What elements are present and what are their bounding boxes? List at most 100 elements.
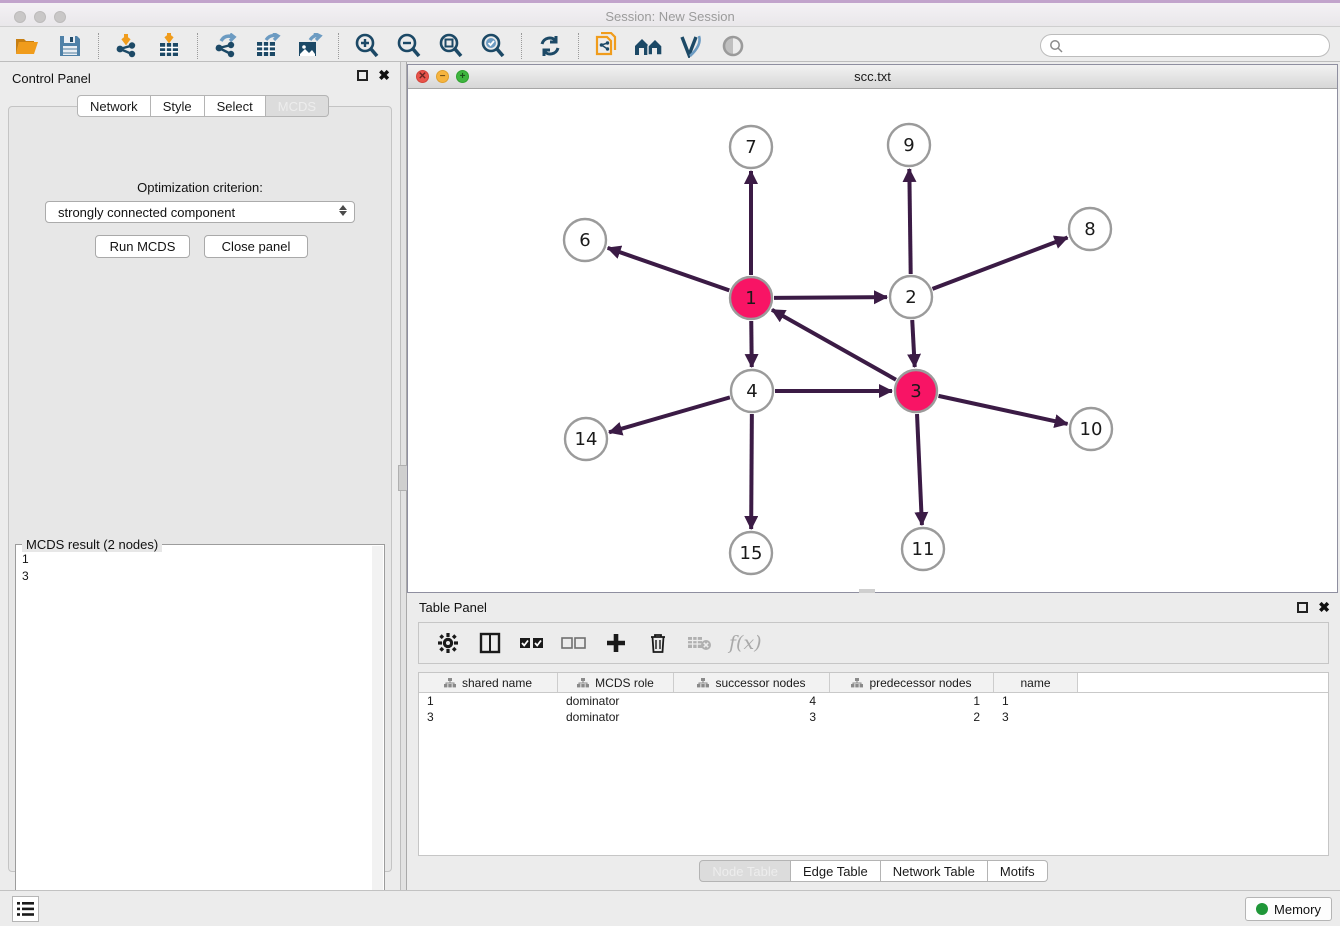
tree-column-icon	[697, 678, 709, 688]
table-settings-icon[interactable]	[435, 630, 461, 656]
save-session-icon[interactable]	[52, 32, 88, 60]
graph-node-label: 9	[903, 135, 914, 156]
graph-node[interactable]: 10	[1070, 408, 1112, 450]
tab-style[interactable]: Style	[151, 95, 205, 117]
table-cell[interactable]: 2	[830, 709, 994, 725]
column-header-label: successor nodes	[715, 676, 805, 690]
graph-node[interactable]: 4	[731, 370, 773, 412]
vizmapper-icon[interactable]	[673, 32, 709, 60]
graph-node-label: 15	[740, 543, 763, 564]
graph-edge[interactable]	[772, 310, 896, 380]
column-header[interactable]: successor nodes	[674, 673, 830, 692]
zoom-in-icon[interactable]	[349, 32, 385, 60]
table-cell[interactable]: 1	[994, 693, 1078, 709]
export-image-icon[interactable]	[292, 32, 328, 60]
graph-node-label: 6	[579, 230, 590, 251]
table-cell[interactable]: 1	[419, 693, 558, 709]
network-canvas-svg[interactable]: 7 9 6 8 1 2 4 3 14 10 15 11	[408, 90, 1337, 592]
first-neighbors-icon[interactable]	[631, 32, 667, 60]
graph-edge[interactable]	[751, 414, 752, 529]
memory-status-icon	[1256, 903, 1268, 915]
graph-edge[interactable]	[938, 396, 1067, 424]
graph-edge[interactable]	[912, 320, 915, 367]
zoom-out-icon[interactable]	[391, 32, 427, 60]
float-panel-icon[interactable]	[357, 70, 368, 81]
hide-selected-icon[interactable]	[715, 32, 751, 60]
graph-edge[interactable]	[909, 169, 910, 274]
add-column-icon[interactable]	[603, 630, 629, 656]
column-header[interactable]: MCDS role	[558, 673, 674, 692]
float-panel-icon[interactable]	[1297, 602, 1308, 613]
delete-column-icon[interactable]	[645, 630, 671, 656]
table-row[interactable]: 3dominator323	[419, 709, 1328, 725]
graph-node[interactable]: 11	[902, 528, 944, 570]
tab-mcds[interactable]: MCDS	[266, 95, 329, 117]
export-network-icon[interactable]	[208, 32, 244, 60]
tree-column-icon	[851, 678, 863, 688]
table-cell[interactable]: dominator	[558, 709, 674, 725]
tab-network-table[interactable]: Network Table	[881, 860, 988, 882]
toolbar-separator	[98, 33, 99, 59]
apply-function-icon[interactable]: f(x)	[729, 630, 762, 656]
search-box[interactable]	[1040, 34, 1330, 57]
scrollbar-track[interactable]	[372, 546, 383, 914]
table-cell[interactable]: 4	[674, 693, 830, 709]
table-cell[interactable]: 3	[674, 709, 830, 725]
memory-button[interactable]: Memory	[1245, 897, 1332, 921]
graph-node[interactable]: 2	[890, 276, 932, 318]
tab-edge-table[interactable]: Edge Table	[791, 860, 881, 882]
close-panel-button[interactable]: Close panel	[204, 235, 308, 258]
mcds-result-title: MCDS result (2 nodes)	[22, 537, 162, 552]
graph-node-label: 4	[746, 381, 757, 402]
delete-table-icon[interactable]	[687, 630, 713, 656]
graph-node[interactable]: 3	[895, 370, 937, 412]
zoom-selected-icon[interactable]	[475, 32, 511, 60]
close-panel-icon[interactable]: ✖	[378, 70, 390, 81]
select-all-columns-icon[interactable]	[519, 630, 545, 656]
table-cell[interactable]: 3	[994, 709, 1078, 725]
memory-label: Memory	[1274, 902, 1321, 917]
graph-edge[interactable]	[608, 248, 730, 290]
tab-motifs[interactable]: Motifs	[988, 860, 1048, 882]
table-cell[interactable]: 1	[830, 693, 994, 709]
column-header[interactable]: name	[994, 673, 1078, 692]
run-mcds-button[interactable]: Run MCDS	[95, 235, 190, 258]
tab-network[interactable]: Network	[77, 95, 151, 117]
graph-node[interactable]: 15	[730, 532, 772, 574]
optimization-criterion-select[interactable]: strongly connected component	[45, 201, 355, 223]
graph-edge[interactable]	[933, 238, 1068, 289]
import-table-icon[interactable]	[151, 32, 187, 60]
table-cell[interactable]: 3	[419, 709, 558, 725]
table-cell[interactable]: dominator	[558, 693, 674, 709]
status-bar: Memory	[0, 890, 1340, 926]
refresh-icon[interactable]	[532, 32, 568, 60]
task-history-button[interactable]	[12, 896, 39, 922]
window-resize-grip[interactable]	[859, 589, 875, 593]
graph-node[interactable]: 14	[565, 418, 607, 460]
network-window-titlebar[interactable]: ✕ − + scc.txt	[408, 65, 1337, 89]
graph-node[interactable]: 9	[888, 124, 930, 166]
graph-node[interactable]: 8	[1069, 208, 1111, 250]
close-panel-icon[interactable]: ✖	[1318, 602, 1330, 613]
mcds-result-list: 13	[22, 551, 29, 585]
clone-network-icon[interactable]	[589, 32, 625, 60]
table-row[interactable]: 1dominator411	[419, 693, 1328, 709]
graph-node[interactable]: 1	[730, 277, 772, 319]
clear-all-columns-icon[interactable]	[561, 630, 587, 656]
export-table-icon[interactable]	[250, 32, 286, 60]
open-session-icon[interactable]	[10, 32, 46, 60]
graph-edge[interactable]	[609, 397, 730, 432]
show-column-panel-icon[interactable]	[477, 630, 503, 656]
graph-node[interactable]: 7	[730, 126, 772, 168]
table-panel-title: Table Panel	[419, 600, 487, 615]
graph-node[interactable]: 6	[564, 219, 606, 261]
column-header[interactable]: shared name	[419, 673, 558, 692]
tab-select[interactable]: Select	[205, 95, 266, 117]
graph-edge[interactable]	[917, 414, 922, 525]
column-header[interactable]: predecessor nodes	[830, 673, 994, 692]
import-network-icon[interactable]	[109, 32, 145, 60]
tab-node-table[interactable]: Node Table	[699, 860, 791, 882]
zoom-fit-icon[interactable]	[433, 32, 469, 60]
graph-edge[interactable]	[774, 297, 887, 298]
search-input[interactable]	[1063, 36, 1329, 55]
